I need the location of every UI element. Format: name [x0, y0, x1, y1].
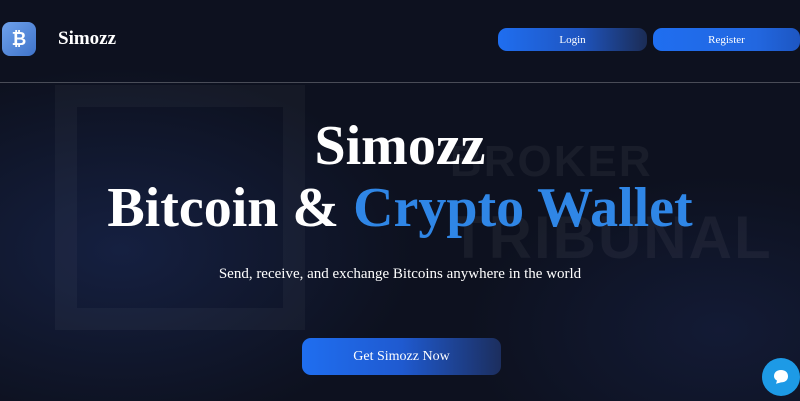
hero-title-brand: Simozz — [314, 115, 486, 177]
chat-button[interactable] — [762, 358, 800, 396]
login-button[interactable]: Login — [498, 28, 647, 51]
brand-name[interactable]: Simozz — [58, 28, 116, 50]
hero-title-main: Bitcoin & — [107, 177, 354, 239]
bitcoin-glyph: ₿ — [12, 29, 27, 49]
hero-title: Bitcoin & Crypto Wallet — [0, 180, 800, 236]
bitcoin-icon[interactable]: ₿ — [2, 22, 36, 56]
site-header: ₿ Simozz Login Register — [0, 0, 800, 83]
chat-bubble-icon — [774, 370, 788, 384]
svg-text:₿: ₿ — [12, 29, 27, 49]
landing-page: BROKER TRIBUNAL ₿ Simozz Login Register … — [0, 0, 800, 401]
hero-subtitle: Send, receive, and exchange Bitcoins any… — [218, 266, 582, 282]
hero-title-accent: Crypto Wallet — [353, 177, 693, 239]
register-button[interactable]: Register — [653, 28, 800, 51]
get-simozz-button[interactable]: Get Simozz Now — [302, 338, 501, 375]
